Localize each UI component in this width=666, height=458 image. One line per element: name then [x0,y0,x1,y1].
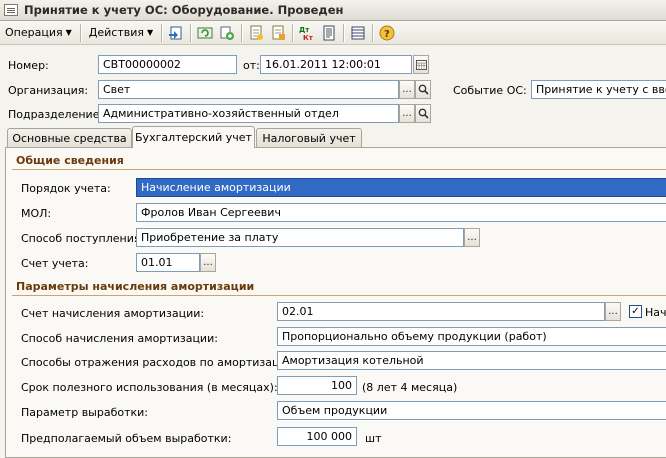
expense-method-label: Способы отражения расходов по амортизаци… [21,356,298,369]
number-label: Номер: [8,59,49,72]
receipt-method-label: Способ поступления: [21,232,145,245]
checkmark-icon: ✓ [631,305,640,317]
calendar-icon [415,60,427,70]
toolbar-separator [372,23,374,42]
window-icon[interactable] [4,4,18,16]
account-label: Счет учета: [21,257,89,270]
department-select-button[interactable]: ... [399,104,415,123]
depreciation-account-label: Счет начисления амортизации: [21,307,205,320]
general-section-title: Общие сведения [16,154,124,167]
depreciation-method-field[interactable]: Пропорционально объему продукции (работ) [277,327,666,346]
account-field[interactable]: 01.01 [136,253,200,272]
event-label: Событие ОС: [453,84,527,97]
date-field[interactable]: 16.01.2011 12:00:01 [260,55,412,74]
dropdown-arrow-icon: ▼ [146,28,154,37]
add-row-icon[interactable] [246,23,266,43]
depreciation-method-label: Способ начисления амортизации: [21,332,218,345]
ellipsis-icon: ... [402,83,412,95]
toolbar-separator [292,23,294,42]
accounting-order-field[interactable]: Начисление амортизации [136,178,666,197]
ellipsis-icon: ... [467,231,477,243]
depreciation-section-title: Параметры начисления амортизации [16,280,255,293]
toolbar-separator [241,23,243,42]
expected-volume-unit: шт [365,432,382,445]
ellipsis-icon: ... [608,305,618,317]
print-icon[interactable] [319,23,339,43]
event-field[interactable]: Принятие к учету с вводом [531,80,666,99]
organization-select-button[interactable]: ... [399,80,415,99]
receipt-method-select-button[interactable]: ... [464,228,480,247]
expected-volume-field[interactable]: 100 000 [277,427,357,446]
tab-accounting[interactable]: Бухгалтерский учет [132,126,255,148]
department-open-button[interactable] [415,104,431,123]
toolbar-separator [161,23,163,42]
toolbar-separator [343,23,345,42]
department-label: Подразделение: [8,108,104,121]
toolbar-separator [79,23,81,42]
receipt-method-field[interactable]: Приобретение за плату [136,228,464,247]
help-icon[interactable]: ? [377,23,397,43]
tab-fixed-assets[interactable]: Основные средства [7,128,132,148]
number-field[interactable]: СВТ00000002 [98,55,237,74]
depreciation-account-field[interactable]: 02.01 [277,302,605,321]
dt-kt-icon[interactable]: Дт Кт [297,23,317,43]
mol-label: МОЛ: [21,207,52,220]
useful-life-label: Срок полезного использования (в месяцах)… [21,381,278,394]
accounting-order-label: Порядок учета: [21,182,111,195]
account-select-button[interactable]: ... [200,253,216,272]
report-icon[interactable] [268,23,288,43]
organization-open-button[interactable] [415,80,431,99]
magnifier-icon [418,108,429,119]
expense-method-field[interactable]: Амортизация котельной [277,351,666,370]
depreciation-section-line [12,295,666,296]
ellipsis-icon: ... [402,107,412,119]
list-icon[interactable] [348,23,368,43]
window-title: Принятие к учету ОС: Оборудование. Прове… [24,3,344,17]
output-parameter-field[interactable]: Объем продукции [277,401,666,420]
general-section-line [12,169,666,170]
magnifier-icon [418,84,429,95]
svg-text:?: ? [384,29,390,40]
useful-life-field[interactable]: 100 [277,376,357,395]
dropdown-arrow-icon: ▼ [65,28,72,37]
depreciation-account-select-button[interactable]: ... [605,302,621,321]
refresh-icon[interactable] [195,23,215,43]
useful-life-note: (8 лет 4 месяца) [362,381,458,394]
post-icon[interactable] [166,23,186,43]
toolbar: Операция ▼ Действия ▼ Дт Кт ? [0,21,666,45]
mol-field[interactable]: Фролов Иван Сергеевич [136,203,666,222]
actions-menu-label: Действия [88,26,144,39]
organization-field[interactable]: Свет [98,80,399,99]
ellipsis-icon: ... [203,256,213,268]
calendar-button[interactable] [413,55,429,74]
tab-tax-accounting[interactable]: Налоговый учет [256,128,362,148]
actions-menu-button[interactable]: Действия ▼ [84,23,158,43]
title-bar: Принятие к учету ОС: Оборудование. Прове… [0,0,666,21]
date-label: от: [243,59,260,72]
output-parameter-label: Параметр выработки: [21,406,148,419]
toolbar-separator [190,23,192,42]
expected-volume-label: Предполагаемый объем выработки: [21,432,232,445]
department-field[interactable]: Административно-хозяйственный отдел [98,104,399,123]
svg-text:Дт: Дт [299,26,310,34]
organization-label: Организация: [8,84,89,97]
svg-text:Кт: Кт [303,34,314,41]
depreciation-checkbox[interactable]: ✓ [629,305,642,318]
copy-icon[interactable] [217,23,237,43]
operation-menu-button[interactable]: Операция ▼ [0,23,77,43]
depreciation-checkbox-label: Начи [645,306,666,319]
operation-menu-label: Операция [5,26,63,39]
